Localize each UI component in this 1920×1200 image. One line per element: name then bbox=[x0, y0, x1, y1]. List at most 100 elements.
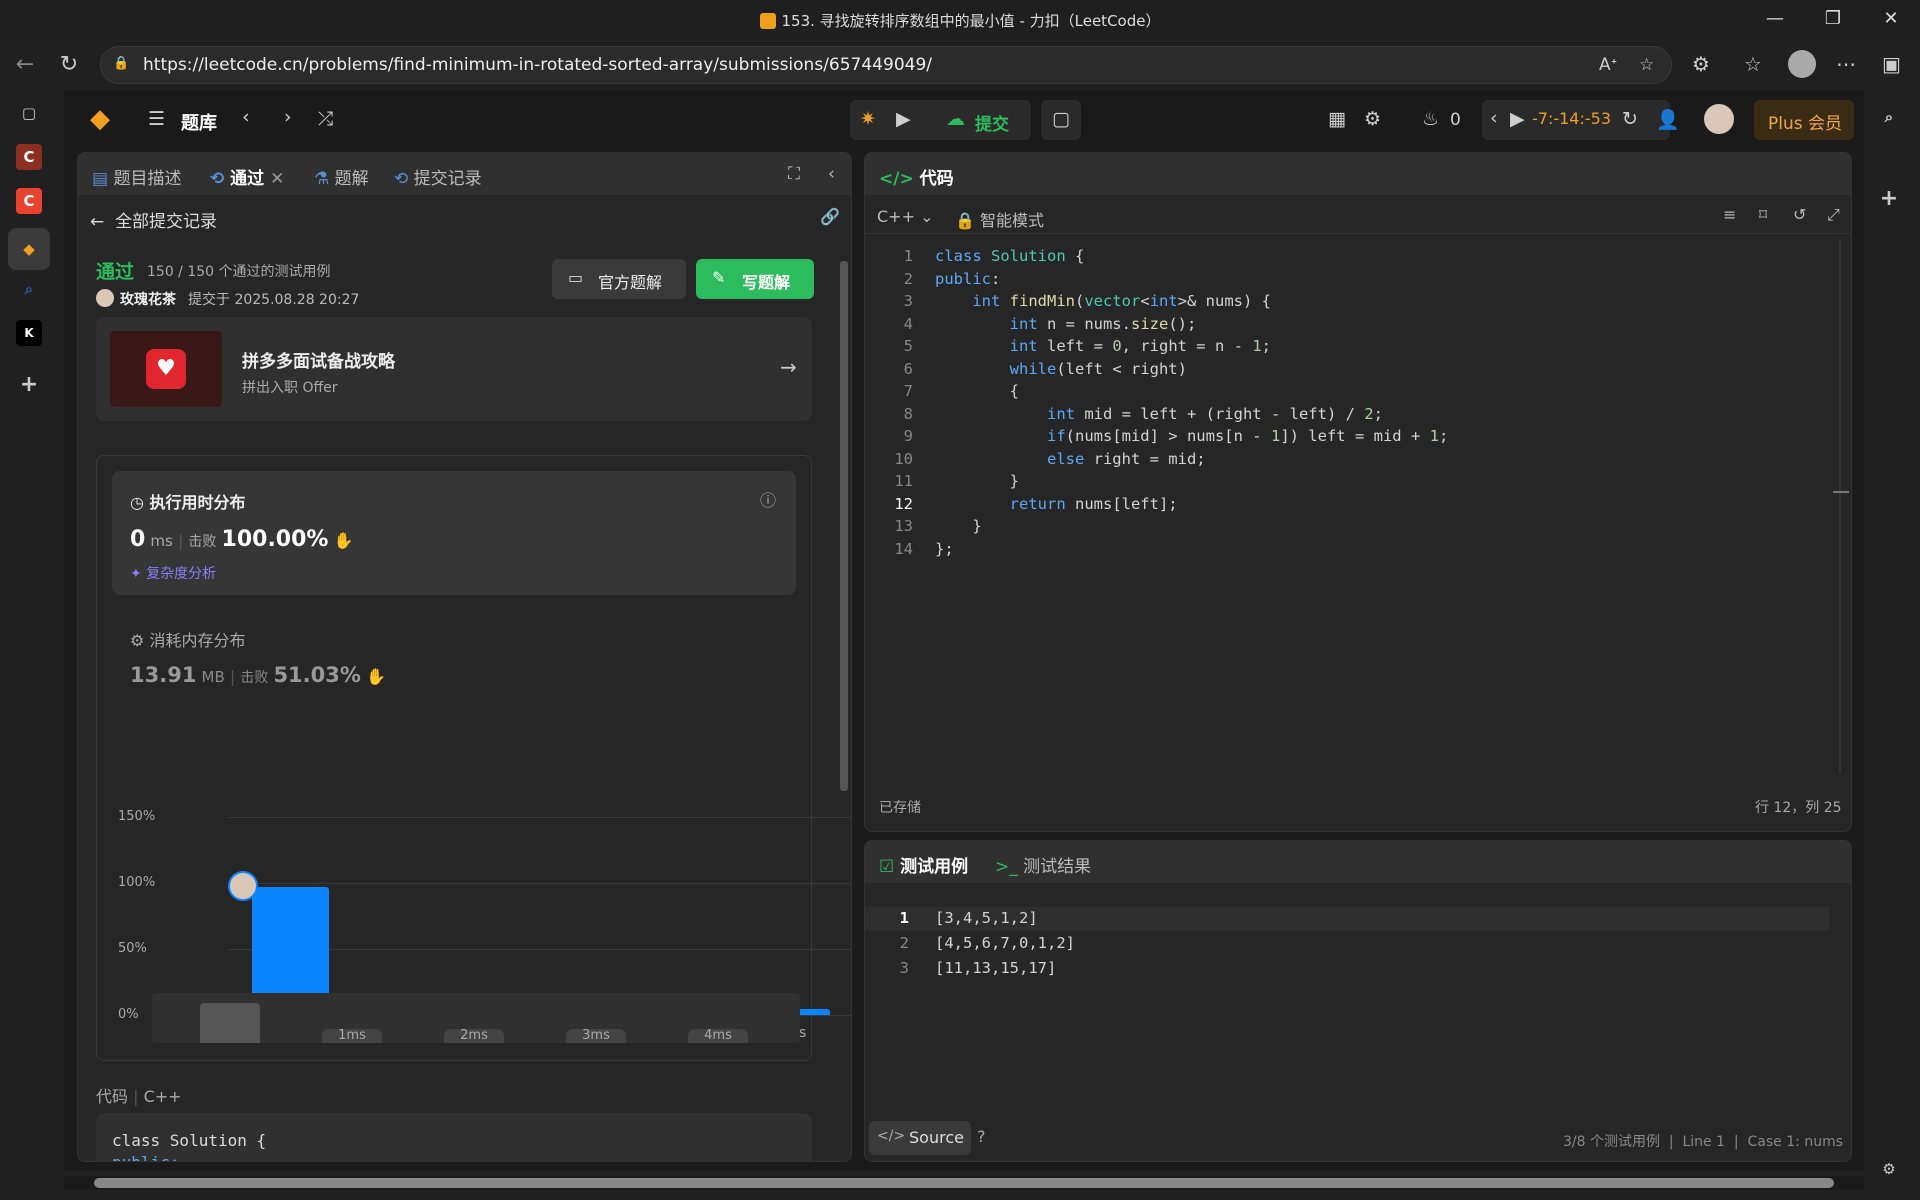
format-icon[interactable]: ≡ bbox=[1723, 205, 1736, 224]
line-number: 11 bbox=[894, 472, 913, 490]
leetcode-logo-icon bbox=[759, 13, 776, 29]
close-icon[interactable]: ✕ bbox=[1880, 8, 1902, 30]
tab-solutions[interactable]: ⚗ 题解 bbox=[314, 164, 369, 189]
code-editor[interactable]: 1 class Solution {2 public: 3 int findMin(v… bbox=[865, 247, 1805, 747]
profile-avatar[interactable] bbox=[1788, 50, 1816, 78]
layout-icon[interactable]: ▦ bbox=[1328, 108, 1346, 130]
refresh-icon[interactable]: ↻ bbox=[56, 52, 82, 78]
editor-scroll-marker bbox=[1833, 491, 1849, 493]
sidebar-toggle-icon[interactable]: ▣ bbox=[1882, 52, 1901, 76]
tab-accepted[interactable]: ⟲ 通过 ✕ bbox=[210, 164, 284, 189]
tab-actions-icon[interactable]: ▢ bbox=[16, 100, 42, 126]
code-line: { bbox=[935, 382, 1019, 400]
write-solution-button[interactable]: ✎ 写题解 bbox=[696, 259, 814, 299]
runtime-card[interactable]: ◷ 执行用时分布 ⓘ 0 ms | 击败 100.00% ✋ ✦ 复杂度分析 bbox=[112, 471, 796, 595]
back-icon[interactable]: ← bbox=[12, 52, 38, 78]
my-submission-marker[interactable] bbox=[228, 871, 258, 901]
complexity-link[interactable]: ✦ 复杂度分析 bbox=[130, 563, 216, 583]
testcase-line-number: 3 bbox=[899, 959, 909, 977]
settings-icon[interactable]: ⚙ bbox=[1876, 1156, 1902, 1182]
csdn-tab-icon[interactable]: C bbox=[16, 144, 42, 170]
plus-member-button[interactable]: Plus 会员 bbox=[1754, 100, 1854, 140]
timer-play-icon[interactable]: ▶ bbox=[1510, 108, 1525, 130]
invite-icon[interactable]: 👤 bbox=[1656, 108, 1680, 131]
promo-banner[interactable]: ♥ 拼多多面试备战攻略 拼出入职 Offer → bbox=[96, 317, 812, 421]
checkbox-icon: ☑ bbox=[879, 857, 895, 877]
read-aloud-icon[interactable]: Aᐩ bbox=[1599, 55, 1617, 75]
source-button[interactable]: </> Source bbox=[869, 1121, 971, 1155]
streak-fire-icon[interactable]: ♨ bbox=[1422, 108, 1439, 130]
help-icon[interactable]: ? bbox=[977, 1127, 986, 1146]
line-number: 8 bbox=[903, 404, 913, 423]
favorite-star-icon[interactable]: ☆ bbox=[1639, 55, 1654, 75]
tab-code[interactable]: </> 代码 bbox=[879, 164, 954, 189]
search-icon[interactable]: ⌕ bbox=[1876, 104, 1902, 130]
back-to-submissions[interactable]: ← 全部提交记录 bbox=[90, 207, 217, 232]
close-tab-icon[interactable]: ✕ bbox=[270, 169, 284, 189]
tab-testcase[interactable]: ☑ 测试用例 bbox=[879, 852, 968, 877]
editor-title: 代码 bbox=[919, 169, 954, 189]
add-icon[interactable]: + bbox=[1876, 186, 1902, 212]
editor-tabs: </> 代码 bbox=[865, 153, 1851, 195]
code-line: } bbox=[935, 472, 1019, 490]
search-tab-icon[interactable]: ⌕ bbox=[16, 276, 42, 302]
more-icon[interactable]: ⋯ bbox=[1836, 52, 1856, 76]
k-tab-icon[interactable]: K bbox=[16, 320, 42, 346]
lang-select[interactable]: C++ ⌄ bbox=[877, 207, 933, 226]
horizontal-scroll-thumb[interactable] bbox=[94, 1178, 1834, 1188]
timer-collapse-icon[interactable]: ‹ bbox=[1490, 107, 1498, 129]
source-label: Source bbox=[909, 1128, 964, 1147]
submit-button[interactable]: 提交 bbox=[975, 110, 1009, 135]
address-bar[interactable]: 🔒 https://leetcode.cn/problems/find-mini… bbox=[100, 46, 1672, 84]
problem-bank-link[interactable]: 题库 bbox=[181, 109, 217, 135]
share-link-icon[interactable]: 🔗 bbox=[820, 207, 840, 226]
tab-accepted-label: 通过 bbox=[230, 169, 265, 189]
restore-icon[interactable]: ❐ bbox=[1822, 8, 1844, 30]
leetcode-tab-icon[interactable]: ◆ bbox=[8, 228, 50, 270]
upload-icon[interactable]: ☁ bbox=[946, 108, 965, 130]
left-scrollbar[interactable] bbox=[840, 261, 848, 791]
testcase-editor[interactable]: 1 [3,4,5,1,2] 2 [4,5,6,7,0,1,2] 3 [11,13,15,1… bbox=[865, 909, 1805, 989]
favorites-icon[interactable]: ☆ bbox=[1744, 52, 1762, 76]
leetcode-logo-icon[interactable]: ◆ bbox=[90, 104, 110, 134]
tab-test-result[interactable]: >_ 测试结果 bbox=[995, 852, 1091, 877]
expand-icon[interactable]: ⤢ bbox=[1827, 205, 1840, 225]
range-slider[interactable]: 1ms 2ms 3ms 4ms bbox=[152, 993, 800, 1043]
official-solution-button[interactable]: ▭ 官方题解 bbox=[552, 259, 686, 299]
tab-description[interactable]: ▤ 题目描述 bbox=[92, 164, 181, 189]
next-problem-icon[interactable]: › bbox=[284, 106, 292, 128]
shuffle-icon[interactable]: ⤮ bbox=[318, 108, 333, 130]
memory-title-wrap[interactable]: ⚙ 消耗内存分布 bbox=[130, 627, 245, 651]
slider-handle[interactable] bbox=[200, 1003, 260, 1043]
list-icon[interactable]: ☰ bbox=[148, 108, 165, 130]
horizontal-scrollbar[interactable] bbox=[64, 1176, 1864, 1190]
line-number: 14 bbox=[894, 539, 913, 558]
user-avatar-small bbox=[96, 289, 114, 307]
new-tab-icon[interactable]: + bbox=[16, 372, 42, 398]
smart-mode[interactable]: 🔒 智能模式 bbox=[955, 207, 1044, 231]
run-icon[interactable]: ▶ bbox=[896, 108, 911, 130]
collapse-panel-icon[interactable]: ‹ bbox=[828, 164, 835, 184]
settings-gear-icon[interactable]: ⚙ bbox=[1364, 108, 1381, 130]
prev-problem-icon[interactable]: ‹ bbox=[242, 106, 250, 128]
extensions-icon[interactable]: ⚙ bbox=[1692, 52, 1710, 76]
minimize-icon[interactable]: — bbox=[1764, 8, 1786, 30]
csdn-tab-icon-2[interactable]: C bbox=[16, 188, 42, 214]
page-main: ◆ ☰ 题库 ‹ › ⤮ ✷ ▶ ☁ 提交 ▢ ▦ ⚙ ♨ 0 ‹ ▶ -7:-… bbox=[64, 90, 1864, 1190]
tab-submissions[interactable]: ⟲ 提交记录 bbox=[394, 164, 482, 189]
testcase-line: [4,5,6,7,0,1,2] bbox=[935, 934, 1075, 952]
bookmark-icon[interactable]: ⌑ bbox=[1759, 205, 1767, 224]
timer-reset-icon[interactable]: ↻ bbox=[1622, 108, 1638, 130]
back-label: 全部提交记录 bbox=[115, 212, 218, 232]
username[interactable]: 玫瑰花茶 bbox=[120, 289, 176, 309]
user-avatar[interactable] bbox=[1704, 104, 1734, 134]
reset-icon[interactable]: ↺ bbox=[1793, 205, 1806, 224]
testcase-status: 3/8 个测试用例 | Line 1 | Case 1: nums bbox=[1562, 1134, 1843, 1150]
info-icon[interactable]: ⓘ bbox=[760, 487, 776, 511]
plus-member-label: Plus 会员 bbox=[1768, 114, 1843, 134]
cursor-position: 行 12，列 25 bbox=[1755, 800, 1842, 816]
fullscreen-icon[interactable]: ⛶ bbox=[788, 164, 800, 184]
banner-title: 拼多多面试备战攻略 bbox=[242, 352, 395, 372]
notes-button[interactable]: ▢ bbox=[1041, 100, 1081, 140]
debug-icon[interactable]: ✷ bbox=[860, 108, 876, 130]
